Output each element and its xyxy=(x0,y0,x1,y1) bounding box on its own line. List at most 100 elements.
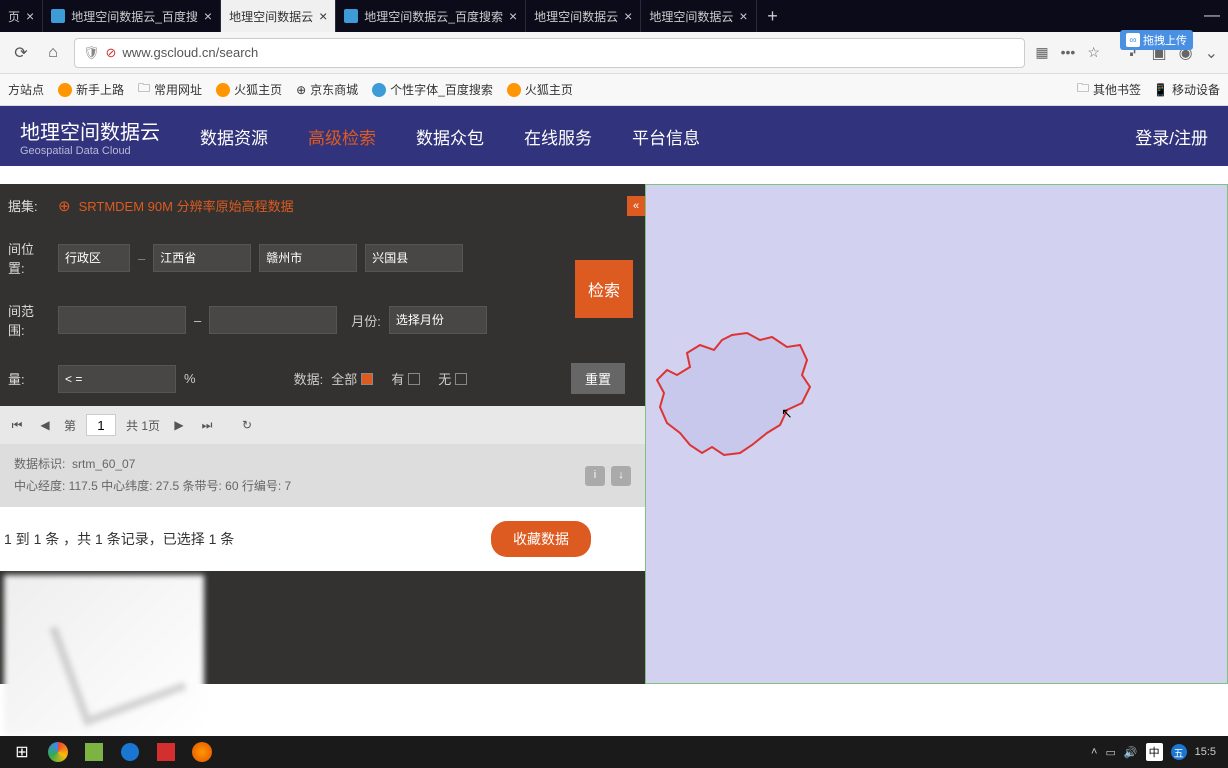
close-icon[interactable]: × xyxy=(204,8,212,24)
page-next-icon[interactable]: ▶ xyxy=(170,416,188,434)
region-boundary xyxy=(652,325,822,475)
download-button[interactable]: ↓ xyxy=(611,466,631,486)
region-type-select[interactable]: 行政区 xyxy=(58,244,130,272)
page-last-icon[interactable]: ⏭ xyxy=(198,416,216,434)
result-thumbnail xyxy=(4,575,204,735)
taskbar-app[interactable] xyxy=(78,738,110,766)
bookmark-item[interactable]: 方站点 xyxy=(8,81,44,98)
login-link[interactable]: 登录/注册 xyxy=(1135,124,1208,149)
page-prev-icon[interactable]: ◀ xyxy=(36,416,54,434)
location-row: 间位置: 行政区 – 江西省 赣州市 兴国县 xyxy=(0,227,575,289)
dataset-row: 据集: ⊕ SRTMDEM 90M 分辨率原始高程数据 xyxy=(0,184,645,227)
browser-tab[interactable]: 页× xyxy=(0,0,43,32)
firefox-icon xyxy=(216,83,230,97)
close-icon[interactable]: × xyxy=(509,8,517,24)
taskbar-app-firefox[interactable] xyxy=(186,738,218,766)
ime-switch-icon[interactable]: 五 xyxy=(1171,744,1187,760)
radio-no[interactable]: 无 xyxy=(438,369,467,388)
page-input[interactable] xyxy=(86,414,116,436)
volume-icon[interactable]: 🔊 xyxy=(1124,746,1138,759)
battery-icon[interactable]: ▭ xyxy=(1105,746,1115,759)
bookmark-item[interactable]: ⊕京东商城 xyxy=(296,81,358,98)
tracking-icon: ⊘ xyxy=(106,45,117,61)
nav-platform-info[interactable]: 平台信息 xyxy=(632,124,700,149)
bookmark-item[interactable]: 新手上路 xyxy=(58,81,124,98)
qty-input[interactable] xyxy=(58,365,176,393)
tray-chevron-icon[interactable]: ˄ xyxy=(1091,746,1097,758)
nav-advanced-search[interactable]: 高级检索 xyxy=(308,124,376,149)
minimize-icon[interactable]: — xyxy=(1204,7,1220,25)
favicon-icon xyxy=(344,9,358,23)
ime-indicator[interactable]: 中 xyxy=(1146,743,1163,761)
radio-yes[interactable]: 有 xyxy=(391,369,420,388)
nav-data-resources[interactable]: 数据资源 xyxy=(200,124,268,149)
browser-tab[interactable]: 地理空间数据云_百度搜索× xyxy=(336,0,526,32)
url-bar: ⟳ ⌂ 🛡 ⊘ www.gscloud.cn/search ▦ ••• ☆ ⑇ … xyxy=(0,32,1228,74)
favicon-icon xyxy=(51,9,65,23)
taskbar-app[interactable] xyxy=(114,738,146,766)
radio-all[interactable]: 全部 xyxy=(331,369,373,388)
results-summary: 1 到 1 条 ，共 1 条记录，已选择 1 条 收藏数据 xyxy=(0,507,645,571)
add-dataset-icon[interactable]: ⊕ xyxy=(58,197,71,215)
home-icon[interactable]: ⌂ xyxy=(42,42,64,64)
mobile-icon: 📱 xyxy=(1153,83,1168,97)
collect-button[interactable]: 收藏数据 xyxy=(491,521,591,557)
bookmark-item[interactable]: 个性字体_百度搜索 xyxy=(372,81,493,98)
close-icon[interactable]: × xyxy=(624,8,632,24)
browser-tab-active[interactable]: 地理空间数据云× xyxy=(221,0,336,32)
month-select[interactable]: 选择月份 xyxy=(389,306,487,334)
firefox-icon xyxy=(507,83,521,97)
refresh-icon[interactable]: ↻ xyxy=(238,416,256,434)
pagination-bar: ⏮ ◀ 第 共 1页 ▶ ⏭ ↻ xyxy=(0,406,645,444)
bookmark-item[interactable]: 🗀其他书签 xyxy=(1077,79,1141,100)
clock[interactable]: 15:5 xyxy=(1195,746,1216,758)
start-button[interactable]: ⊞ xyxy=(6,738,38,766)
province-select[interactable]: 江西省 xyxy=(153,244,251,272)
browser-tab[interactable]: 地理空间数据云_百度搜× xyxy=(43,0,221,32)
bookmark-item[interactable]: 火狐主页 xyxy=(216,81,282,98)
browser-tab[interactable]: 地理空间数据云× xyxy=(526,0,641,32)
info-button[interactable]: i xyxy=(585,466,605,486)
page-first-icon[interactable]: ⏮ xyxy=(8,416,26,434)
browser-tab[interactable]: 地理空间数据云× xyxy=(641,0,756,32)
cursor-icon: ↖ xyxy=(781,405,793,422)
bookmark-bar: 方站点 新手上路 🗀常用网址 火狐主页 ⊕京东商城 个性字体_百度搜索 火狐主页… xyxy=(0,74,1228,106)
close-icon[interactable]: × xyxy=(739,8,747,24)
cloud-icon: ∞ xyxy=(1126,33,1140,47)
taskbar-app[interactable] xyxy=(42,738,74,766)
range-end-input[interactable] xyxy=(209,306,337,334)
nav-online-services[interactable]: 在线服务 xyxy=(524,124,592,149)
bookmark-star-icon[interactable]: ☆ xyxy=(1087,44,1100,61)
bookmark-item[interactable]: 🗀常用网址 xyxy=(138,79,202,100)
collapse-panel-button[interactable]: « xyxy=(627,196,645,216)
upload-widget[interactable]: ∞拖拽上传 xyxy=(1120,30,1193,50)
close-icon[interactable]: × xyxy=(319,8,327,24)
close-icon[interactable]: × xyxy=(26,8,34,24)
result-row[interactable]: 数据标识: srtm_60_07 中心经度: 117.5 中心纬度: 27.5 … xyxy=(0,444,645,507)
site-logo[interactable]: 地理空间数据云 Geospatial Data Cloud xyxy=(20,116,160,157)
new-tab-button[interactable]: + xyxy=(757,0,789,32)
nav-crowdsource[interactable]: 数据众包 xyxy=(416,124,484,149)
city-select[interactable]: 赣州市 xyxy=(259,244,357,272)
radio-box-icon xyxy=(408,373,420,385)
menu-dots-icon[interactable]: ••• xyxy=(1061,44,1076,61)
globe-icon: ⊕ xyxy=(296,83,306,97)
url-input[interactable]: 🛡 ⊘ www.gscloud.cn/search xyxy=(74,38,1025,68)
reset-button[interactable]: 重置 xyxy=(571,363,625,394)
radio-box-icon xyxy=(455,373,467,385)
county-select[interactable]: 兴国县 xyxy=(365,244,463,272)
range-start-input[interactable] xyxy=(58,306,186,334)
radio-box-icon xyxy=(361,373,373,385)
browser-tab-bar: 页× 地理空间数据云_百度搜× 地理空间数据云× 地理空间数据云_百度搜索× 地… xyxy=(0,0,1228,32)
qr-icon[interactable]: ▦ xyxy=(1035,44,1048,61)
pocket-icon[interactable]: ⌄ xyxy=(1205,43,1218,63)
map-canvas[interactable]: ↖ xyxy=(645,184,1228,684)
taskbar-app[interactable] xyxy=(150,738,182,766)
bookmark-item[interactable]: 火狐主页 xyxy=(507,81,573,98)
url-text: www.gscloud.cn/search xyxy=(122,45,258,60)
site-nav: 地理空间数据云 Geospatial Data Cloud 数据资源 高级检索 … xyxy=(0,106,1228,166)
shield-icon: 🛡 xyxy=(83,45,100,61)
search-button[interactable]: 检索 xyxy=(575,260,633,318)
bookmark-item[interactable]: 📱移动设备 xyxy=(1153,79,1220,100)
reload-icon[interactable]: ⟳ xyxy=(10,42,32,64)
